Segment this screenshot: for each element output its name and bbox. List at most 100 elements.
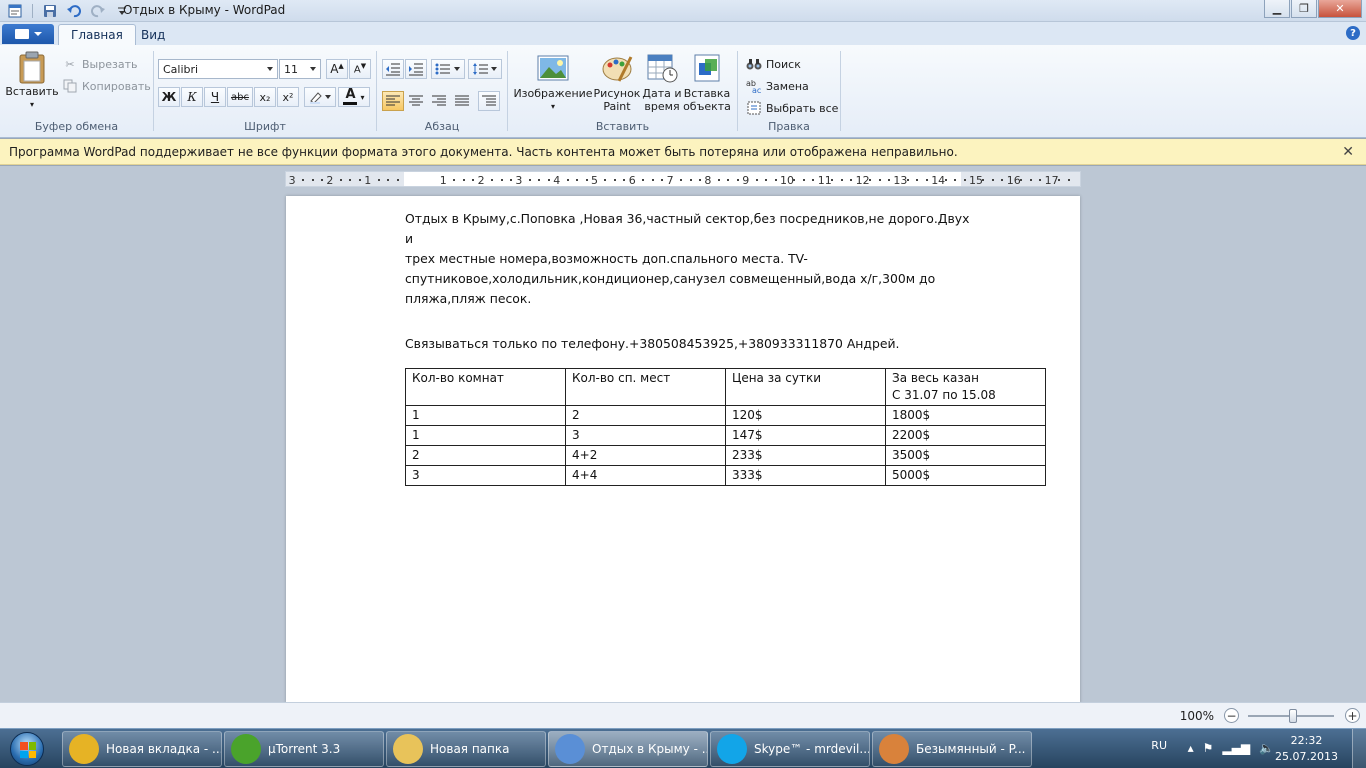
font-family-select[interactable]: Calibri — [158, 59, 278, 79]
show-desktop-button[interactable] — [1352, 729, 1366, 768]
table-cell[interactable]: 333$ — [725, 465, 886, 486]
tab-home[interactable]: Главная — [58, 24, 136, 45]
table-cell[interactable]: 3500$ — [885, 445, 1046, 466]
taskbar-item[interactable]: Skype™ - mrdevil... — [710, 731, 870, 767]
taskbar-item[interactable]: Безымянный - P... — [872, 731, 1032, 767]
copy-button[interactable]: Копировать — [62, 77, 151, 95]
undo-icon[interactable] — [65, 2, 83, 20]
paint-drawing-button[interactable]: Рисунок Paint — [594, 53, 640, 113]
paste-button[interactable]: Вставить ▾ — [5, 51, 59, 111]
insert-object-button[interactable]: Вставка объекта — [683, 53, 731, 113]
flag-icon[interactable]: ⚑ — [1203, 741, 1214, 755]
align-left-button[interactable] — [382, 91, 404, 111]
table-cell[interactable]: 147$ — [725, 425, 886, 446]
ruler-dot — [377, 179, 380, 181]
ruler[interactable]: 3 2 1 1 2 3 4 5 6 7 8 9 10 11 12 13 14 15 16 17 — [285, 171, 1081, 187]
redo-icon[interactable] — [89, 2, 107, 20]
grow-font-button[interactable]: A▲ — [326, 59, 348, 79]
decrease-indent-button[interactable] — [382, 59, 404, 79]
ribbon: Вставить ▾ ✂ Вырезать Копировать Буфер о… — [0, 45, 1366, 138]
italic-button[interactable]: К — [181, 87, 203, 107]
table-cell[interactable]: 4+4 — [565, 465, 726, 486]
date-time-button[interactable]: Дата и время — [642, 53, 682, 113]
table-cell[interactable]: 5000$ — [885, 465, 1046, 486]
zoom-slider-thumb[interactable] — [1289, 709, 1297, 723]
table-cell[interactable]: 2 — [565, 405, 726, 426]
save-icon[interactable] — [41, 2, 59, 20]
chevron-down-icon — [267, 67, 273, 71]
align-left-icon — [386, 95, 400, 106]
insert-picture-button[interactable]: Изображение ▾ — [513, 53, 593, 113]
zoom-out-button[interactable]: − — [1224, 708, 1239, 723]
paragraph-settings-button[interactable] — [478, 91, 500, 111]
minimize-button[interactable]: ▁ — [1264, 0, 1290, 18]
table-cell[interactable]: 3 — [565, 425, 726, 446]
taskbar-item-label: Новая папка — [430, 742, 510, 756]
contact-line[interactable]: Связываться только по телефону.+38050845… — [405, 336, 899, 351]
price-table[interactable]: Кол-во комнат Кол-во сп. мест Цена за су… — [405, 368, 1046, 486]
table-header-cell[interactable]: Кол-во сп. мест — [565, 368, 726, 406]
highlight-button[interactable] — [304, 87, 336, 107]
ruler-dot — [765, 179, 768, 181]
ruler-dot — [793, 179, 796, 181]
table-cell[interactable]: 1800$ — [885, 405, 1046, 426]
align-right-button[interactable] — [428, 91, 450, 111]
taskbar-item-label: Новая вкладка - ... — [106, 742, 222, 756]
tab-view[interactable]: Вид — [129, 24, 177, 45]
font-color-button[interactable]: A ▾ — [338, 87, 370, 107]
replace-button[interactable]: ab ac Замена — [746, 77, 809, 95]
document-page[interactable]: Отдых в Крыму,с.Поповка ,Новая 36,частны… — [286, 196, 1080, 703]
zoom-in-button[interactable]: + — [1345, 708, 1360, 723]
document-paragraph[interactable]: Отдых в Крыму,с.Поповка ,Новая 36,частны… — [405, 209, 975, 309]
app-menu-button[interactable] — [2, 24, 54, 44]
table-cell[interactable]: 120$ — [725, 405, 886, 426]
ruler-tick-label: 17 — [1044, 174, 1059, 187]
start-button[interactable] — [4, 731, 50, 767]
close-icon[interactable]: ✕ — [1342, 144, 1354, 160]
font-group: Calibri 11 A▲ A▼ Ж К Ч abc x₂ x² A ▾ Шри… — [154, 49, 376, 135]
close-button[interactable]: ✕ — [1318, 0, 1362, 18]
table-header-cell[interactable]: Кол-во комнат — [405, 368, 566, 406]
cut-button[interactable]: ✂ Вырезать — [62, 55, 137, 73]
taskbar-item[interactable]: Новая вкладка - ... — [62, 731, 222, 767]
find-button[interactable]: Поиск — [746, 55, 801, 73]
table-cell[interactable]: 3 — [405, 465, 566, 486]
table-header-cell[interactable]: За весь казан С 31.07 по 15.08 — [885, 368, 1046, 406]
table-cell[interactable]: 2200$ — [885, 425, 1046, 446]
strikethrough-button[interactable]: abc — [227, 87, 253, 107]
select-all-button[interactable]: Выбрать все — [746, 99, 838, 117]
superscript-button[interactable]: x² — [277, 87, 299, 107]
underline-button[interactable]: Ч — [204, 87, 226, 107]
volume-icon[interactable]: 🔈 — [1259, 741, 1274, 755]
bold-button[interactable]: Ж — [158, 87, 180, 107]
table-row: 2 4+2 233$ 3500$ — [405, 445, 1046, 466]
maximize-button[interactable]: ❐ — [1291, 0, 1317, 18]
align-center-button[interactable] — [405, 91, 427, 111]
network-icon[interactable]: ▂▄▆ — [1222, 741, 1250, 755]
table-cell[interactable]: 4+2 — [565, 445, 726, 466]
table-header-row: Кол-во комнат Кол-во сп. мест Цена за су… — [405, 368, 1046, 406]
taskbar-item[interactable]: Отдых в Крыму - ... — [548, 731, 708, 767]
table-cell[interactable]: 233$ — [725, 445, 886, 466]
table-cell[interactable]: 1 — [405, 425, 566, 446]
ruler-dot — [547, 179, 550, 181]
font-size-select[interactable]: 11 — [279, 59, 321, 79]
chrome-icon — [69, 734, 99, 764]
chevron-up-icon[interactable]: ▴ — [1188, 741, 1194, 755]
table-cell[interactable]: 2 — [405, 445, 566, 466]
wordpad-icon[interactable] — [6, 2, 24, 20]
table-cell[interactable]: 1 — [405, 405, 566, 426]
taskbar-item[interactable]: µTorrent 3.3 — [224, 731, 384, 767]
help-icon[interactable]: ? — [1346, 26, 1360, 40]
increase-indent-button[interactable] — [405, 59, 427, 79]
table-header-cell[interactable]: Цена за сутки — [725, 368, 886, 406]
shrink-font-button[interactable]: A▼ — [349, 59, 371, 79]
ruler-dot — [869, 179, 872, 181]
language-indicator[interactable]: RU — [1151, 739, 1167, 752]
taskbar-item[interactable]: Новая папка — [386, 731, 546, 767]
clock[interactable]: 22:32 25.07.2013 — [1275, 733, 1338, 765]
bullets-button[interactable] — [431, 59, 465, 79]
line-spacing-button[interactable] — [468, 59, 502, 79]
justify-button[interactable] — [451, 91, 473, 111]
subscript-button[interactable]: x₂ — [254, 87, 276, 107]
